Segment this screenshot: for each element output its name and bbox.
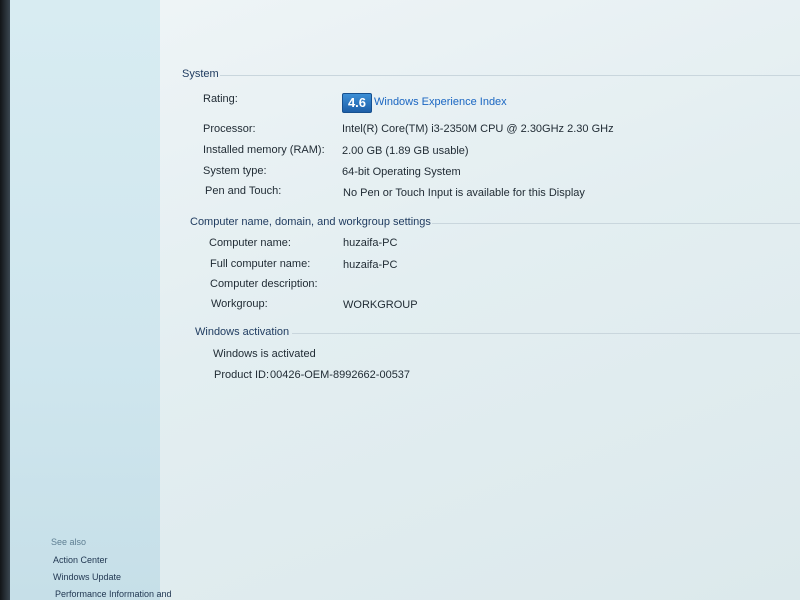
system-section-title: System	[182, 68, 219, 80]
wei-score-badge[interactable]: 4.6	[342, 93, 372, 113]
see-also-windows-update-link[interactable]: Windows Update	[53, 572, 121, 582]
activation-section-divider	[292, 333, 800, 334]
workgroup-label: Workgroup:	[211, 298, 268, 310]
system-type-label: System type:	[203, 165, 267, 177]
see-also-title: See also	[51, 537, 87, 547]
product-id-value: 00426-OEM-8992662-00537	[270, 369, 411, 381]
wei-link[interactable]: Windows Experience Index	[374, 96, 507, 108]
pen-touch-value: No Pen or Touch Input is available for t…	[343, 187, 585, 199]
memory-label: Installed memory (RAM):	[203, 144, 325, 156]
see-also-performance-link[interactable]: Performance Information and	[55, 589, 172, 599]
computer-section-divider	[432, 223, 800, 224]
processor-label: Processor:	[203, 123, 256, 135]
computer-section-title: Computer name, domain, and workgroup set…	[190, 216, 431, 228]
see-also-action-center-link[interactable]: Action Center	[53, 555, 108, 565]
left-pane	[10, 0, 160, 600]
computer-name-label: Computer name:	[209, 237, 291, 249]
full-computer-name-label: Full computer name:	[210, 258, 311, 270]
activation-status: Windows is activated	[213, 348, 316, 360]
pen-touch-label: Pen and Touch:	[205, 185, 282, 197]
product-id-label: Product ID:	[214, 369, 270, 381]
full-computer-name-value: huzaifa-PC	[343, 259, 398, 271]
activation-section-title: Windows activation	[195, 326, 290, 338]
processor-value: Intel(R) Core(TM) i3-2350M CPU @ 2.30GHz…	[342, 123, 614, 135]
system-type-value: 64-bit Operating System	[342, 166, 461, 178]
workgroup-value: WORKGROUP	[343, 299, 418, 311]
computer-name-value: huzaifa-PC	[343, 237, 398, 249]
computer-description-label: Computer description:	[210, 278, 318, 290]
system-section-divider	[220, 75, 800, 76]
monitor-bezel	[0, 0, 10, 600]
rating-label: Rating:	[203, 93, 238, 105]
memory-value: 2.00 GB (1.89 GB usable)	[342, 145, 469, 157]
